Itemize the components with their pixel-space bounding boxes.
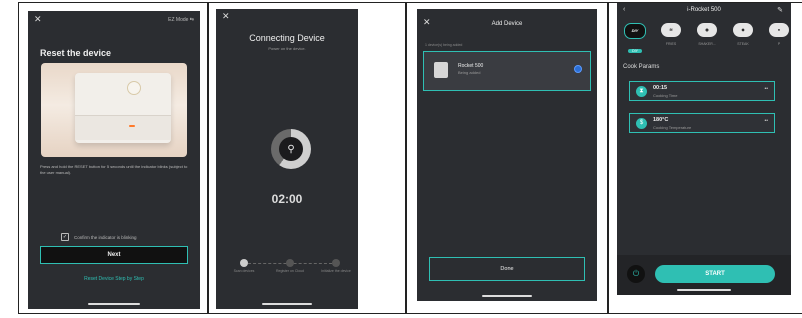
device-thumbnail-icon	[434, 62, 448, 78]
mode-shaker[interactable]: ◉ SHAKER...	[693, 23, 721, 46]
step-dot-icon	[286, 259, 294, 267]
home-indicator	[88, 303, 140, 305]
mode-label: FRIES	[665, 42, 677, 46]
search-icon: ⚲	[279, 137, 303, 161]
done-button[interactable]: Done	[429, 257, 585, 281]
instruction-text: Press and hold the RESET button for 5 se…	[40, 164, 188, 175]
close-icon[interactable]: ✕	[222, 11, 230, 22]
subtitle: Power on the device.	[268, 46, 306, 51]
progress-steps: Scan devices Register on Cloud Initializ…	[226, 259, 354, 289]
cooking-time-param[interactable]: ⧗ 00:15 Cooking Time ••	[629, 81, 775, 101]
device-card[interactable]: Rocket 500 Being added	[423, 51, 591, 91]
section-title: Cook Params	[623, 64, 660, 70]
device-drawer	[75, 115, 171, 140]
cooking-temperature-param[interactable]: $ 180°C Cooking Temperature ••	[629, 113, 775, 133]
ez-mode-toggle[interactable]: EZ Mode ⇆	[168, 17, 194, 23]
phone-screen-connecting: ✕ Connecting Device Power on the device.…	[216, 9, 358, 309]
screenshot-frame-3: ✕ Add Device 1 device(s) being added Roc…	[406, 2, 608, 314]
mode-steak[interactable]: ◆ STEAK	[729, 23, 757, 46]
cooking-temperature-value: 180°C	[653, 117, 669, 123]
step-label: Scan devices	[233, 269, 255, 273]
selected-radio-icon[interactable]	[574, 65, 582, 73]
device-image	[75, 73, 171, 143]
fries-icon: ≋	[661, 23, 681, 37]
shaker-icon: ◉	[697, 23, 717, 37]
device-name: Rocket 500	[458, 63, 484, 69]
progress-ring: ⚲	[271, 129, 311, 169]
phone-screen-cook: ‹ i-Rocket 500 ✎ DIY DIY ≋ FRIES ◉ SHAKE…	[617, 3, 791, 295]
diy-icon: DIY	[624, 23, 646, 39]
step-dot-icon	[240, 259, 248, 267]
next-button[interactable]: Next	[40, 246, 188, 264]
device-knob-icon	[127, 81, 141, 95]
cooking-temperature-label: Cooking Temperature	[653, 125, 692, 130]
indicator-led-icon	[129, 125, 135, 127]
phone-screen-add-device: ✕ Add Device 1 device(s) being added Roc…	[417, 9, 597, 301]
mode-p[interactable]: ● P	[765, 23, 791, 46]
screenshot-frame-4: ‹ i-Rocket 500 ✎ DIY DIY ≋ FRIES ◉ SHAKE…	[608, 2, 802, 314]
screenshot-frame-2: ✕ Connecting Device Power on the device.…	[208, 2, 406, 314]
countdown-timer: 02:00	[271, 192, 303, 206]
mode-icon: ●	[769, 23, 789, 37]
hourglass-icon: ⧗	[636, 86, 647, 97]
more-icon[interactable]: ••	[764, 118, 768, 124]
checkbox-icon[interactable]: ✓	[61, 233, 69, 241]
step-label: Initialize the device	[321, 269, 351, 273]
mode-diy[interactable]: DIY DIY	[621, 23, 649, 57]
more-icon[interactable]: ••	[764, 86, 768, 92]
power-icon[interactable]: ⏻	[627, 265, 645, 283]
cooking-time-label: Cooking Time	[653, 93, 678, 98]
thermometer-icon: $	[636, 118, 647, 129]
home-indicator	[677, 289, 731, 291]
screenshot-frame-1: ✕ EZ Mode ⇆ Reset the device Press and h…	[18, 2, 208, 314]
found-devices-text: 1 device(s) being added	[425, 43, 463, 47]
phone-screen-reset: ✕ EZ Mode ⇆ Reset the device Press and h…	[28, 11, 200, 309]
close-icon[interactable]: ✕	[34, 14, 42, 25]
page-title: i-Rocket 500	[687, 7, 721, 13]
start-button[interactable]: START	[655, 265, 775, 283]
page-title: Reset the device	[40, 48, 112, 58]
mode-selector: DIY DIY ≋ FRIES ◉ SHAKER... ◆ STEAK ● P	[621, 23, 791, 57]
page-title: Add Device	[491, 21, 523, 27]
cooking-time-value: 00:15	[653, 85, 668, 91]
step-initialize: Initialize the device	[316, 259, 356, 274]
device-illustration	[41, 63, 187, 157]
steak-icon: ◆	[733, 23, 753, 37]
mode-label: P	[777, 42, 781, 46]
confirm-label: Confirm the indicator is blinking	[74, 234, 137, 240]
reset-step-by-step-link[interactable]: Reset Device Step by Step	[28, 276, 200, 282]
edit-icon[interactable]: ✎	[777, 6, 783, 14]
mode-label: DIY	[628, 49, 642, 53]
mode-label: SHAKER...	[698, 42, 716, 46]
step-dot-icon	[332, 259, 340, 267]
mode-fries[interactable]: ≋ FRIES	[657, 23, 685, 46]
mode-label: STEAK	[737, 42, 749, 46]
home-indicator	[262, 303, 312, 305]
step-label: Register on Cloud	[275, 269, 304, 273]
confirm-checkbox-row[interactable]: ✓ Confirm the indicator is blinking	[61, 233, 137, 241]
page-title: Connecting Device	[249, 33, 325, 43]
device-status: Being added	[458, 70, 481, 75]
step-register: Register on Cloud	[270, 259, 310, 274]
home-indicator	[482, 295, 532, 297]
step-scan: Scan devices	[224, 259, 264, 274]
